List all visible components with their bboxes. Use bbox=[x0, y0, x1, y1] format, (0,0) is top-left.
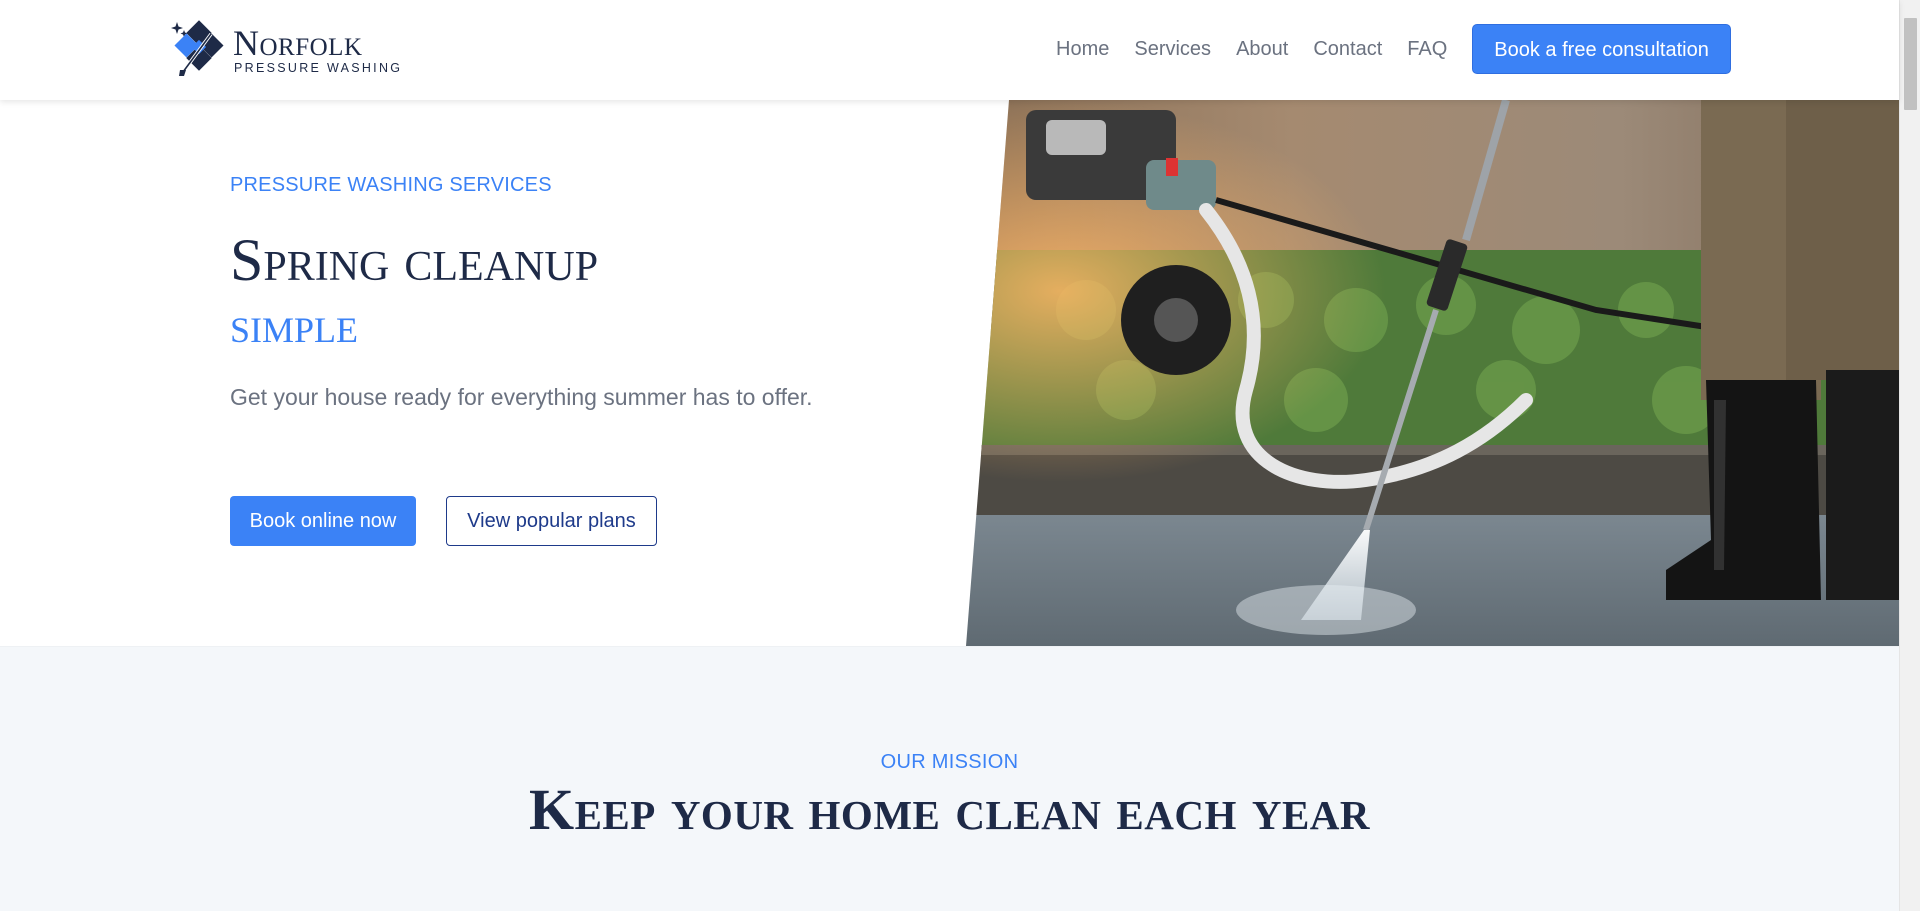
hero-eyebrow: PRESSURE WASHING SERVICES bbox=[230, 174, 552, 196]
brand-name: Norfolk bbox=[233, 23, 363, 63]
nav-link-home[interactable]: Home bbox=[1056, 24, 1109, 74]
page-scrollbar[interactable] bbox=[1899, 0, 1920, 911]
hero-accent-word: simple bbox=[230, 297, 359, 354]
pressure-washing-photo-illustration bbox=[966, 100, 1899, 646]
nav-link-services[interactable]: Services bbox=[1134, 24, 1211, 74]
hero-title: Spring cleanup bbox=[230, 227, 599, 293]
mission-eyebrow: OUR MISSION bbox=[880, 751, 1019, 773]
hero-photo bbox=[966, 100, 1899, 646]
book-online-button[interactable]: Book online now bbox=[230, 496, 416, 546]
main-nav: Home Services About Contact FAQ Book a f… bbox=[1056, 24, 1731, 74]
brand-logo-link[interactable]: Norfolk PRESSURE WASHING bbox=[171, 20, 400, 78]
scrollbar-thumb[interactable] bbox=[1904, 18, 1917, 110]
nav-link-contact[interactable]: Contact bbox=[1313, 24, 1382, 74]
mission-title: Keep your home clean each year bbox=[528, 777, 1371, 842]
diamond-sparkle-logo-icon bbox=[171, 20, 224, 76]
hero-section: PRESSURE WASHING SERVICES Spring cleanup… bbox=[0, 100, 1899, 646]
mission-section: OUR MISSION Keep your home clean each ye… bbox=[0, 646, 1899, 911]
nav-link-faq[interactable]: FAQ bbox=[1407, 24, 1447, 74]
site-header: Norfolk PRESSURE WASHING Home Services A… bbox=[0, 0, 1899, 100]
hero-lead: Get your house ready for everything summ… bbox=[230, 384, 813, 410]
book-consultation-button[interactable]: Book a free consultation bbox=[1472, 24, 1731, 74]
brand-tagline: PRESSURE WASHING bbox=[234, 61, 403, 75]
view-plans-button[interactable]: View popular plans bbox=[446, 496, 657, 546]
nav-link-about[interactable]: About bbox=[1236, 24, 1288, 74]
